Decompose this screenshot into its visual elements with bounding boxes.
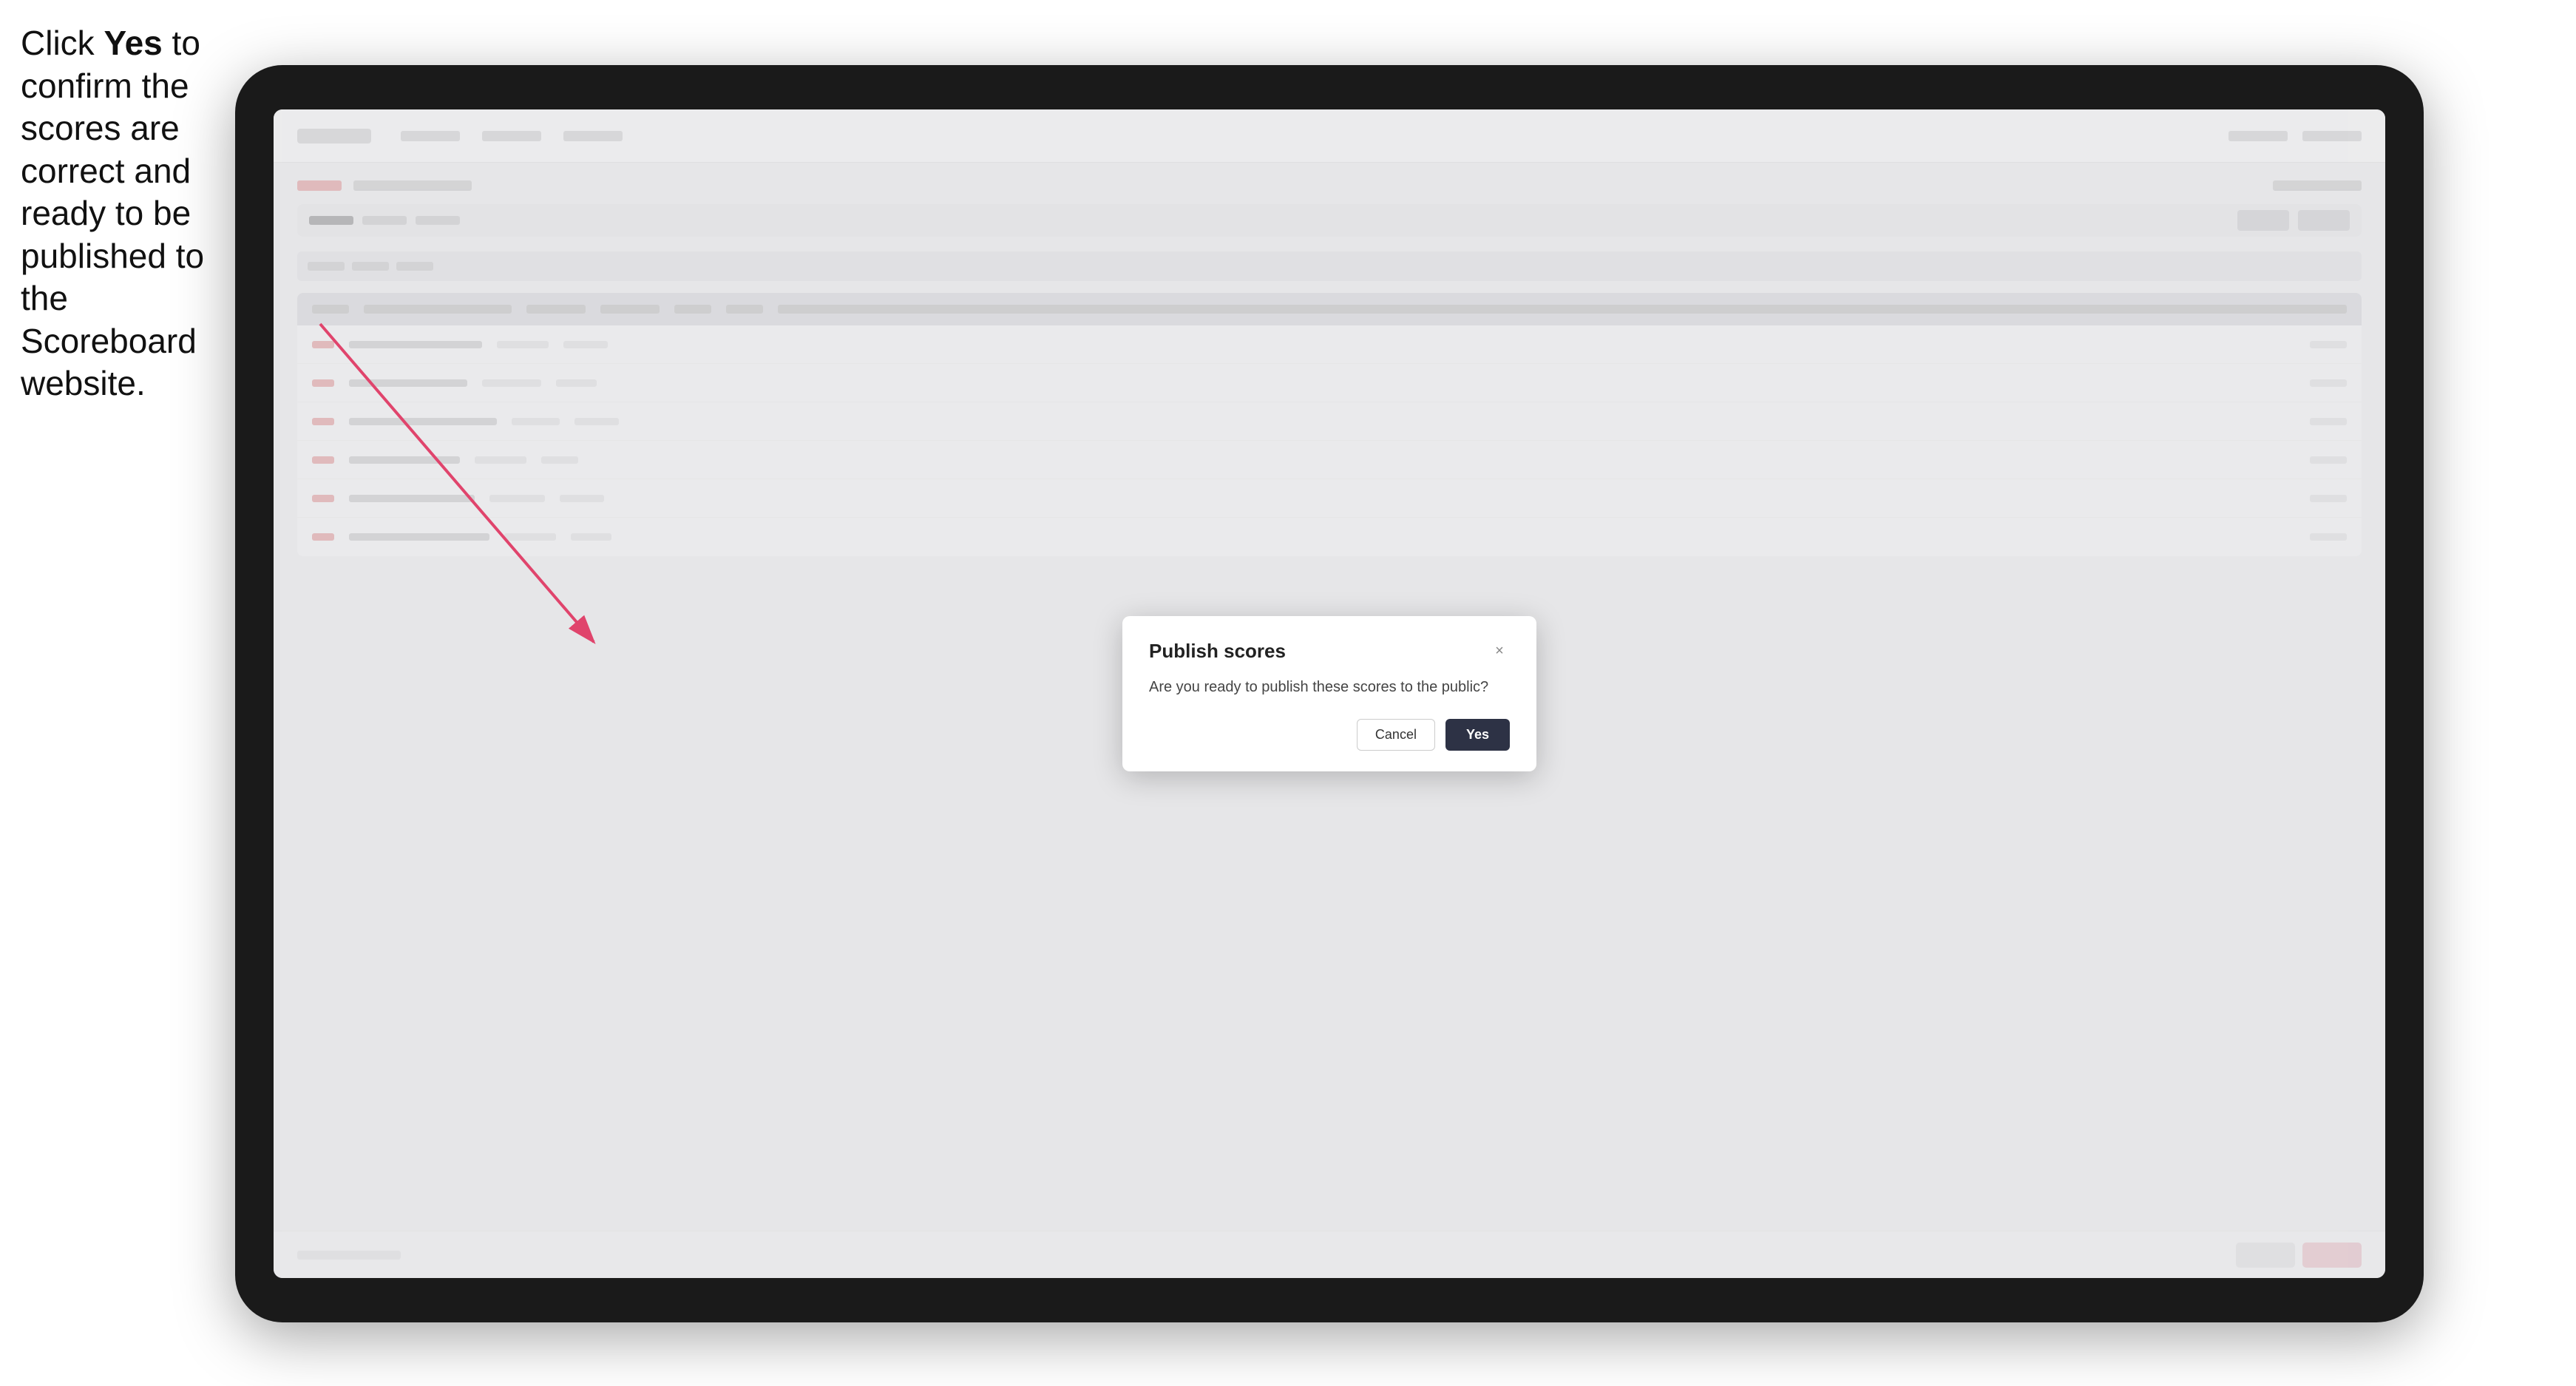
modal-overlay: Publish scores × Are you ready to publis… — [274, 109, 2385, 1278]
yes-button[interactable]: Yes — [1445, 719, 1510, 751]
cancel-button[interactable]: Cancel — [1357, 719, 1435, 751]
tablet-screen: Publish scores × Are you ready to publis… — [274, 109, 2385, 1278]
tablet-device: Publish scores × Are you ready to publis… — [235, 65, 2424, 1322]
instruction-bold: Yes — [104, 24, 162, 62]
dialog-footer: Cancel Yes — [1149, 719, 1510, 751]
dialog-header: Publish scores × — [1149, 640, 1510, 663]
dialog-title: Publish scores — [1149, 640, 1286, 663]
instruction-suffix: to confirm the scores are correct and re… — [21, 24, 204, 402]
dialog-close-button[interactable]: × — [1489, 641, 1510, 662]
instruction-text: Click Yes to confirm the scores are corr… — [21, 22, 235, 405]
dialog-body-text: Are you ready to publish these scores to… — [1149, 676, 1510, 698]
publish-dialog: Publish scores × Are you ready to publis… — [1122, 616, 1536, 771]
